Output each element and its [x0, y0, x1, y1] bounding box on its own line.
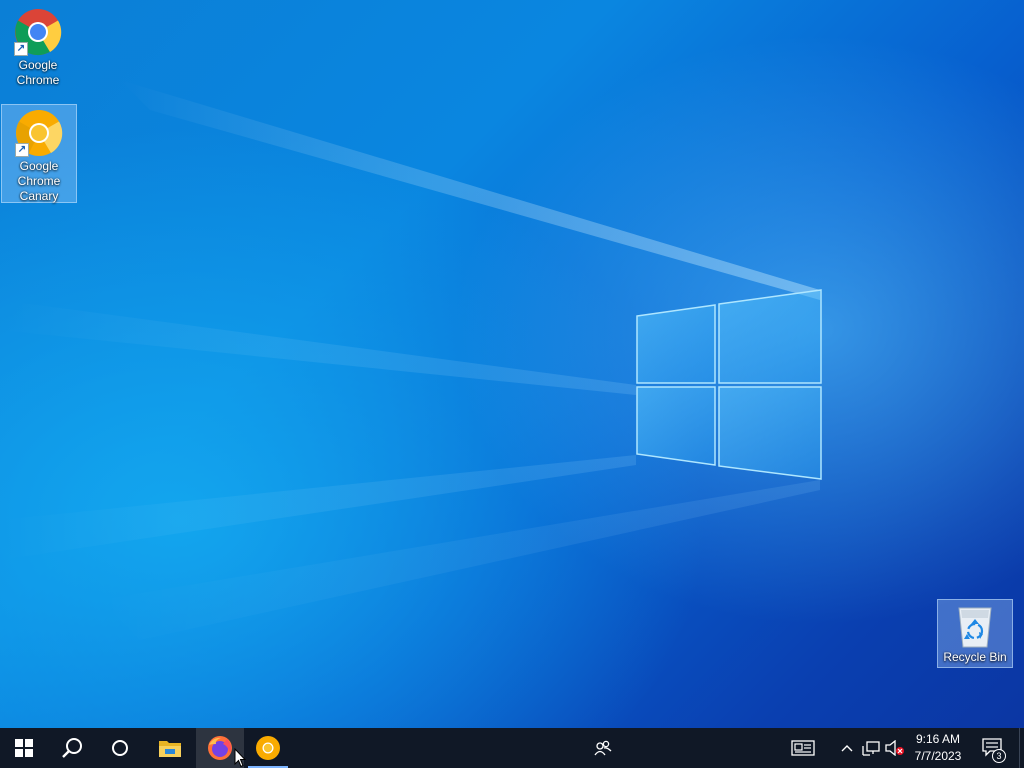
- chevron-up-icon: [841, 745, 853, 752]
- file-explorer-taskbar-button[interactable]: [146, 728, 194, 768]
- desktop-icon-recycle-bin[interactable]: Recycle Bin: [937, 599, 1013, 668]
- search-icon: [62, 738, 82, 758]
- cortana-button[interactable]: [96, 728, 144, 768]
- network-button[interactable]: [860, 728, 882, 768]
- firefox-icon: [208, 736, 232, 760]
- clock-time: 9:16 AM: [915, 732, 961, 746]
- show-desktop-button[interactable]: [1019, 728, 1024, 768]
- people-icon: [594, 740, 612, 756]
- desktop-icon-google-chrome[interactable]: ↗ Google Chrome: [0, 4, 76, 92]
- desktop[interactable]: ↗ Google Chrome ↗ Google Chrome Canary R…: [0, 0, 1024, 728]
- clock-date: 7/7/2023: [914, 749, 962, 763]
- desktop-icon-google-chrome-canary[interactable]: ↗ Google Chrome Canary: [1, 104, 77, 203]
- chrome-canary-taskbar-icon: [256, 736, 280, 760]
- recycle-bin-icon: [951, 604, 999, 648]
- search-button[interactable]: [48, 728, 96, 768]
- volume-muted-icon: [885, 740, 904, 756]
- windows-logo-wallpaper: [636, 289, 822, 480]
- volume-button[interactable]: [884, 728, 906, 768]
- taskbar: 9:16 AM 7/7/2023 3: [0, 728, 1024, 768]
- people-button[interactable]: [588, 728, 618, 768]
- notification-count-badge: 3: [992, 749, 1006, 763]
- mouse-cursor-icon: [234, 748, 246, 768]
- desktop-icon-label: Google Chrome: [16, 58, 60, 87]
- desktop-icon-label: Recycle Bin: [943, 650, 1007, 664]
- chrome-icon: ↗: [14, 8, 62, 56]
- news-icon: [791, 740, 815, 756]
- shortcut-arrow-icon: ↗: [14, 42, 28, 56]
- news-button[interactable]: [786, 728, 820, 768]
- start-button[interactable]: [0, 728, 48, 768]
- cortana-icon: [112, 740, 128, 756]
- desktop-icon-label: Google Chrome Canary: [17, 159, 61, 203]
- chrome-canary-taskbar-button[interactable]: [244, 728, 292, 768]
- file-explorer-icon: [159, 741, 181, 757]
- windows-start-icon: [15, 739, 33, 757]
- clock[interactable]: 9:16 AM 7/7/2023: [906, 731, 970, 765]
- wallpaper-light-beams: [0, 80, 820, 640]
- chrome-canary-icon: ↗: [15, 109, 63, 157]
- show-hidden-icons-button[interactable]: [838, 728, 856, 768]
- network-icon: [862, 741, 880, 756]
- action-center-button[interactable]: 3: [978, 728, 1008, 768]
- shortcut-arrow-icon: ↗: [15, 143, 29, 157]
